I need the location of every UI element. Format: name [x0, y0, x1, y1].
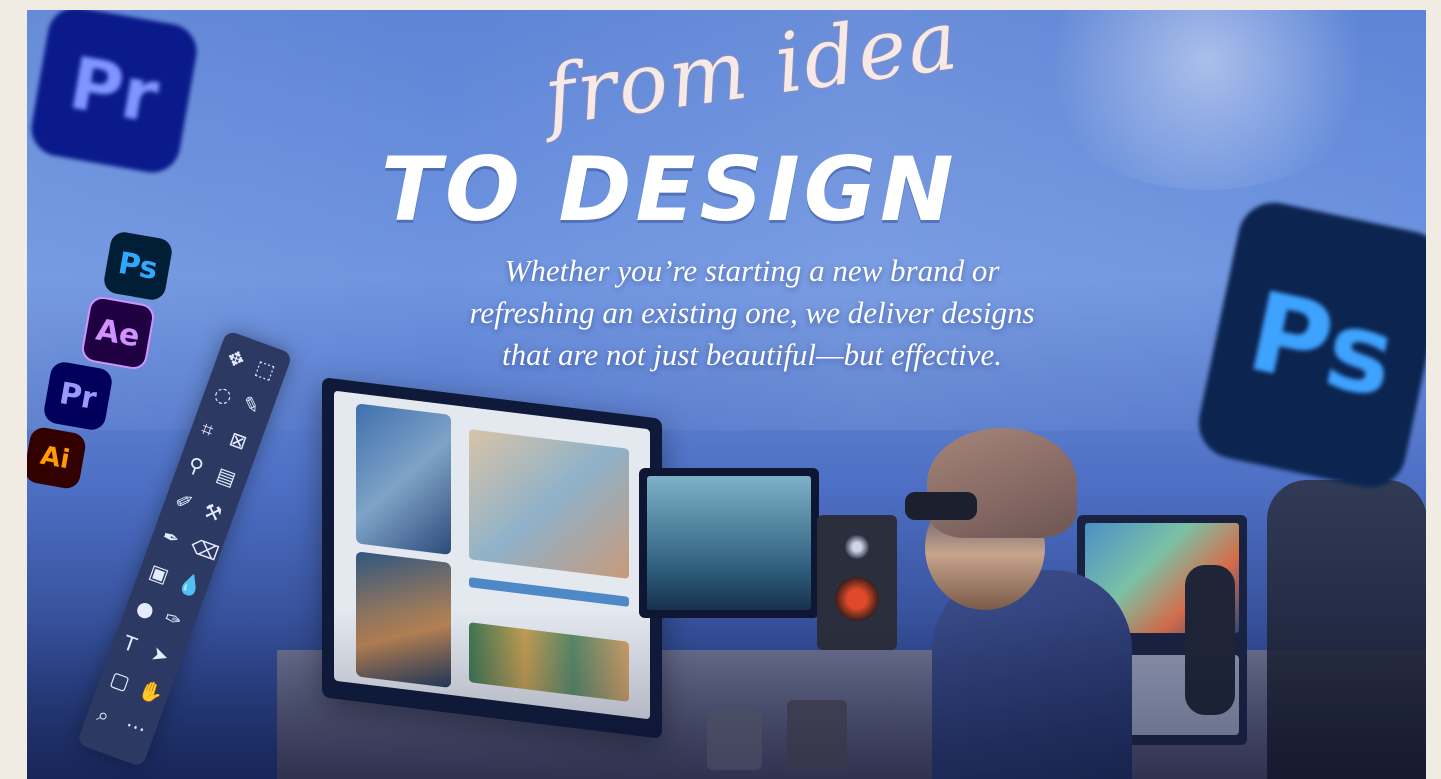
blur-icon[interactable]: 💧 [174, 569, 206, 600]
pen-icon[interactable]: ✑ [161, 605, 185, 633]
tagline-line: that are not just beautiful—but effectiv… [502, 337, 1002, 372]
gradient-icon[interactable]: ▣ [146, 559, 172, 588]
history-brush-icon[interactable]: ✒ [159, 523, 183, 551]
artwork-panel-left [356, 403, 451, 555]
secondary-monitor [639, 468, 819, 618]
after-effects-logo: Ae [79, 294, 157, 372]
shape-icon[interactable]: ▢ [107, 666, 133, 695]
vignette [27, 610, 1426, 779]
crop-icon[interactable]: ⌗ [198, 416, 217, 442]
character-beanie [927, 428, 1077, 538]
frame-icon[interactable]: ⊠ [226, 426, 250, 454]
timeline-bar [469, 577, 629, 607]
marquee-icon[interactable]: ⬚ [252, 355, 278, 384]
photoshop-logo: Ps [102, 230, 174, 302]
speaker-tweeter [845, 535, 869, 559]
dodge-icon[interactable]: ● [133, 595, 158, 624]
lasso-icon[interactable]: ◌ [211, 380, 236, 409]
zoom-icon[interactable]: ⌕ [94, 702, 113, 728]
type-icon[interactable]: T [120, 630, 140, 657]
brush-icon[interactable]: ✐ [172, 488, 196, 516]
secondary-screen [647, 476, 811, 610]
illustrator-logo-text: Ai [38, 440, 72, 476]
move-icon[interactable]: ✥ [224, 345, 248, 373]
path-select-icon[interactable]: ➤ [148, 641, 172, 669]
quick-select-icon[interactable]: ✎ [239, 391, 263, 419]
hero-banner: Pr Ps Ae Pr Ai ✥ ⬚ ◌ ✎ ⌗ ⊠ ⚲ ▤ ✐ ⚒ ✒ ⌫ ▣… [27, 10, 1426, 779]
character-goggles [905, 492, 977, 520]
tagline: Whether you’re starting a new brand or r… [372, 250, 1132, 376]
premiere-logo-text: Pr [56, 375, 100, 417]
tagline-line: Whether you’re starting a new brand or [504, 253, 1000, 288]
hand-icon[interactable]: ✋ [135, 676, 167, 707]
page: Pr Ps Ae Pr Ai ✥ ⬚ ◌ ✎ ⌗ ⊠ ⚲ ▤ ✐ ⚒ ✒ ⌫ ▣… [0, 0, 1441, 779]
ruler-icon[interactable]: ▤ [213, 462, 239, 491]
premiere-logo-large-text: Pr [63, 40, 165, 140]
photoshop-logo-large-text: Ps [1238, 267, 1406, 423]
headline-bold: TO DESIGN [381, 138, 958, 241]
stamp-icon[interactable]: ⚒ [200, 498, 225, 527]
tagline-line: refreshing an existing one, we deliver d… [469, 295, 1035, 330]
eraser-icon[interactable]: ⌫ [187, 533, 222, 565]
eyedropper-icon[interactable]: ⚲ [185, 452, 207, 480]
after-effects-logo-text: Ae [93, 311, 143, 355]
photoshop-logo-text: Ps [115, 245, 161, 287]
premiere-logo: Pr [42, 360, 114, 432]
more-icon[interactable]: ⋯ [122, 712, 149, 741]
artwork-panel-center [469, 429, 629, 579]
premiere-logo-large: Pr [27, 10, 201, 177]
illustrator-logo: Ai [27, 425, 88, 491]
